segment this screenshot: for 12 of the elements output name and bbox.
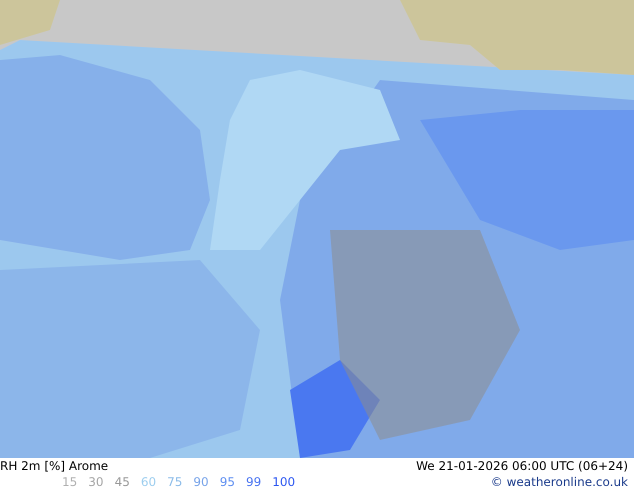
legend-value: 90 bbox=[193, 474, 209, 490]
map-title: RH 2m [%] Arome bbox=[0, 458, 110, 474]
legend-value: 45 bbox=[114, 474, 130, 490]
credit-text: © weatheronline.co.uk bbox=[490, 474, 628, 490]
legend-value: 100 bbox=[272, 474, 296, 490]
legend-value: 99 bbox=[246, 474, 262, 490]
legend-value: 95 bbox=[220, 474, 235, 490]
valid-time: We 21-01-2026 06:00 UTC (06+24) bbox=[416, 458, 628, 474]
legend-value: 30 bbox=[88, 474, 104, 490]
legend-value: 15 bbox=[62, 474, 78, 490]
legend-value: 75 bbox=[167, 474, 182, 490]
legend-value: 60 bbox=[140, 474, 156, 490]
